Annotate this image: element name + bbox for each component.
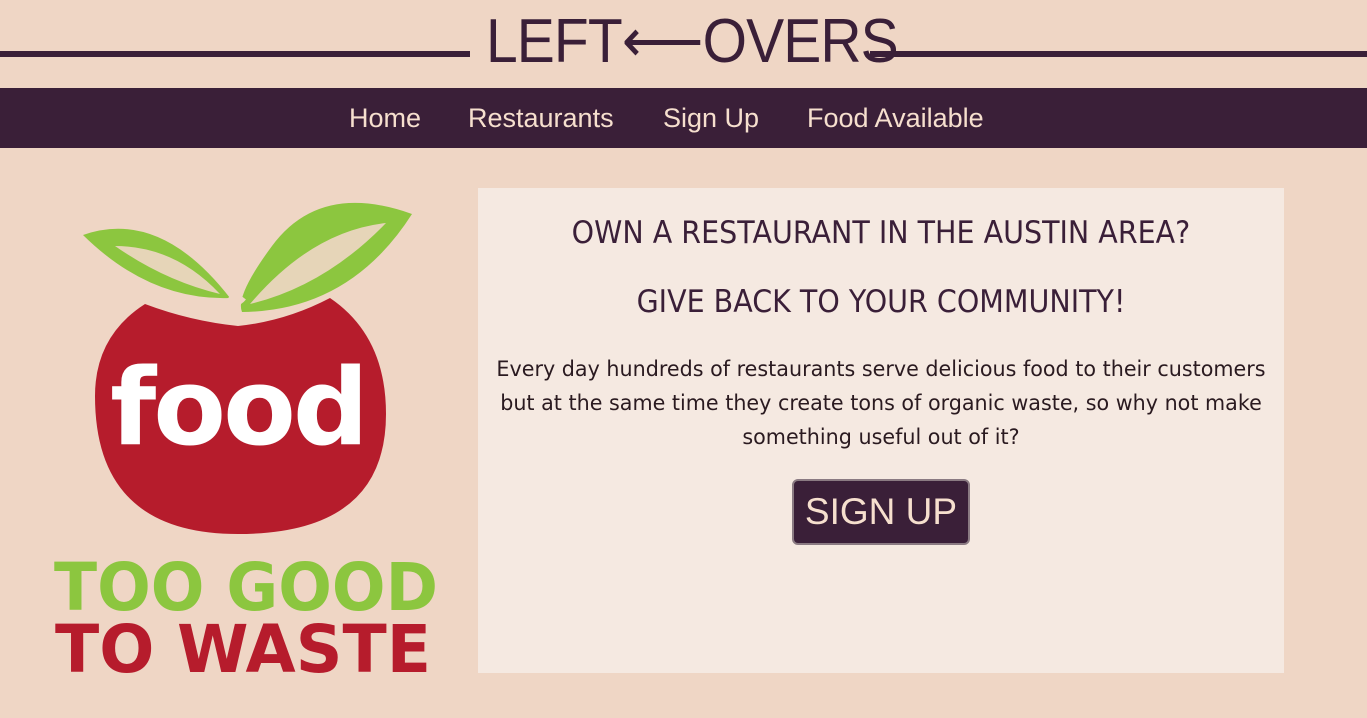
- nav-item-home[interactable]: Home: [349, 102, 421, 134]
- sign-up-button[interactable]: SIGN UP: [792, 479, 970, 545]
- site-header: LEFT⟵OVERS: [0, 0, 1367, 88]
- card-body-text: Every day hundreds of restaurants serve …: [496, 357, 1266, 449]
- card-heading-give-back: GIVE BACK TO YOUR COMMUNITY!: [636, 284, 1126, 320]
- card-heading-own-restaurant: OWN A RESTAURANT IN THE AUSTIN AREA?: [571, 215, 1191, 251]
- logo-food-word: food: [110, 346, 366, 469]
- nav-item-food-available[interactable]: Food Available: [807, 102, 984, 134]
- site-title[interactable]: LEFT⟵OVERS: [486, 6, 899, 78]
- main-nav: Home Restaurants Sign Up Food Available: [0, 88, 1367, 148]
- header-rule-left: [0, 51, 470, 57]
- nav-item-sign-up[interactable]: Sign Up: [663, 102, 759, 134]
- restaurant-signup-card: OWN A RESTAURANT IN THE AUSTIN AREA? GIV…: [478, 188, 1284, 673]
- nav-item-restaurants[interactable]: Restaurants: [468, 102, 614, 134]
- header-rule-right: [870, 51, 1367, 57]
- logo-line-to-waste: TO WASTE: [55, 611, 431, 676]
- food-too-good-to-waste-logo: food TOO GOOD TO WASTE: [50, 186, 450, 676]
